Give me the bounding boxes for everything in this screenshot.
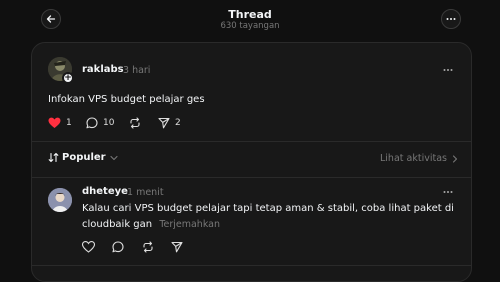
reply-button[interactable]: 10 <box>86 117 114 129</box>
heart-filled-icon <box>48 117 61 128</box>
reply-text-line-2-content: cloudbaik gan <box>82 219 153 230</box>
reply-count: 10 <box>103 118 115 128</box>
thread-header: Thread 630 tayangan <box>0 0 500 40</box>
follow-plus-icon[interactable]: + <box>62 72 74 84</box>
chevron-right-icon <box>452 154 458 163</box>
repost-icon <box>130 117 140 129</box>
comment-icon <box>86 117 98 129</box>
view-count: 630 tayangan <box>220 21 280 31</box>
avatar[interactable] <box>48 188 72 212</box>
heart-icon <box>82 241 95 253</box>
repost-icon <box>143 241 153 253</box>
translate-link[interactable]: Terjemahkan <box>159 219 220 230</box>
reply-text-line-1: Kalau cari VPS budget pelajar tapi tetap… <box>82 203 454 214</box>
thread-card: + raklabs 3 hari Infokan VPS budget pela… <box>31 42 472 282</box>
divider <box>32 265 471 266</box>
send-icon <box>158 117 170 129</box>
reply-time: 1 menit <box>127 187 164 198</box>
comment-icon <box>112 241 124 253</box>
like-button[interactable]: 1 <box>48 117 72 129</box>
view-activity-label: Lihat aktivitas <box>380 153 447 164</box>
more-horizontal-icon <box>443 69 453 71</box>
divider <box>32 141 471 142</box>
reply-repost-button[interactable] <box>142 241 154 253</box>
post-time: 3 hari <box>123 65 151 76</box>
share-count: 2 <box>175 118 181 128</box>
chevron-down-icon <box>110 155 118 160</box>
page-title: Thread <box>228 8 272 21</box>
post-more-button[interactable] <box>443 62 453 75</box>
share-button[interactable]: 2 <box>158 117 181 129</box>
reply-comment-button[interactable] <box>112 241 124 253</box>
view-activity-link[interactable]: Lihat aktivitas <box>380 153 458 164</box>
reply-like-button[interactable] <box>82 241 95 253</box>
reply-share-button[interactable] <box>171 241 183 253</box>
post-username[interactable]: raklabs <box>82 64 124 75</box>
divider <box>32 177 471 178</box>
more-horizontal-icon <box>443 191 453 193</box>
post-text: Infokan VPS budget pelajar ges <box>48 94 205 105</box>
reply-text-line-2: cloudbaik gan Terjemahkan <box>82 217 220 233</box>
reply-more-button[interactable] <box>443 184 453 197</box>
sort-dropdown[interactable]: Populer <box>48 152 118 163</box>
sort-label: Populer <box>62 152 106 163</box>
more-options-button[interactable] <box>441 9 461 29</box>
user-avatar-image <box>48 188 72 212</box>
repost-button[interactable] <box>129 117 141 129</box>
like-count: 1 <box>66 118 72 128</box>
more-horizontal-icon <box>446 18 456 20</box>
send-icon <box>171 241 183 253</box>
reply-username[interactable]: dheteye <box>82 186 128 197</box>
sort-arrows-icon <box>48 152 59 163</box>
